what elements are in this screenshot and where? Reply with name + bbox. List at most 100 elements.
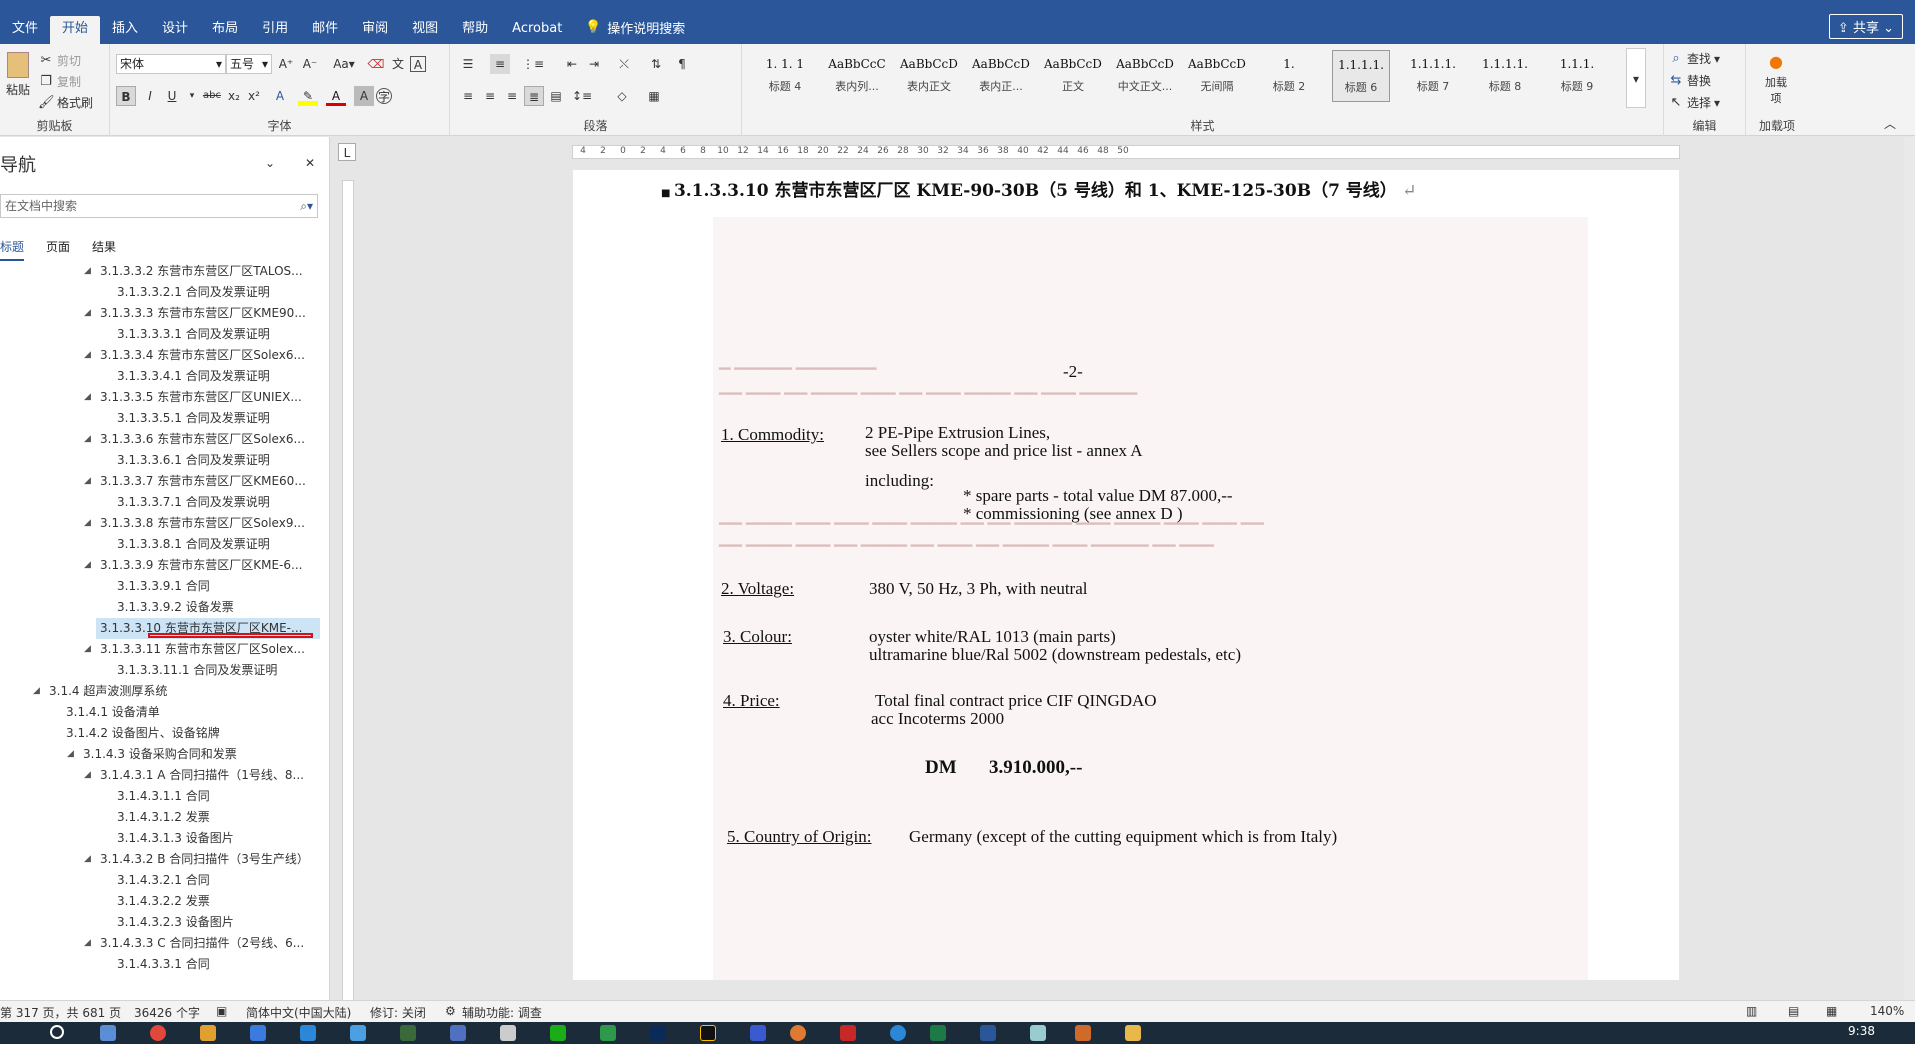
nav-tree-item[interactable]: ◢ 3.1.4 超声波测厚系统 — [0, 681, 320, 702]
addins-button[interactable]: ● 加载项 — [1756, 52, 1796, 106]
search-icon[interactable] — [50, 1025, 64, 1039]
sort-icon[interactable]: ⇅ — [646, 54, 666, 74]
distribute-icon[interactable]: ▤ — [546, 86, 566, 106]
nav-tree-item[interactable]: 3.1.3.3.5.1 合同及发票证明 — [0, 408, 320, 429]
align-right-icon[interactable]: ≡ — [502, 86, 522, 106]
chevron-down-icon[interactable]: ▾ — [182, 86, 202, 106]
app-icon[interactable] — [400, 1025, 416, 1041]
nav-search-input[interactable]: 在文档中搜索 ⌕▾ — [0, 194, 318, 218]
nav-tree-item[interactable]: ◢ 3.1.3.3.7 东营市东营区厂区KME60... — [0, 471, 320, 492]
nav-tree-item[interactable]: 3.1.4.3.1.1 合同 — [0, 786, 320, 807]
calculator-icon[interactable] — [100, 1025, 116, 1041]
subscript-button[interactable]: x₂ — [224, 86, 244, 106]
expand-triangle-icon[interactable]: ◢ — [84, 303, 91, 324]
app-icon[interactable] — [1030, 1025, 1046, 1041]
nav-tree-item[interactable]: ◢ 3.1.4.3.3 C 合同扫描件（2号线、6... — [0, 933, 320, 954]
shading-icon[interactable]: ◇ — [612, 86, 632, 106]
expand-triangle-icon[interactable]: ◢ — [84, 471, 91, 492]
expand-triangle-icon[interactable]: ◢ — [84, 345, 91, 366]
style-item[interactable]: 1. 1. 1 标题 4 — [756, 50, 814, 102]
decrease-indent-icon[interactable]: ⇤ — [562, 54, 582, 74]
photoshop-icon[interactable] — [650, 1025, 666, 1041]
nav-tree-item[interactable]: ◢ 3.1.4.3.1 A 合同扫描件（1号线、8... — [0, 765, 320, 786]
expand-triangle-icon[interactable]: ◢ — [84, 555, 91, 576]
page-count[interactable]: 第 317 页，共 681 页 — [0, 1004, 121, 1021]
read-mode-icon[interactable]: ▥ — [1746, 1004, 1757, 1018]
select-button[interactable]: ↖ 选择 ▾ — [1668, 94, 1721, 111]
highlight-icon[interactable]: ✎ — [298, 86, 318, 106]
wechat-icon[interactable] — [550, 1025, 566, 1041]
font-color-icon[interactable]: A — [326, 86, 346, 106]
nav-tree-item[interactable]: 3.1.4.3.1.3 设备图片 — [0, 828, 320, 849]
app-icon[interactable] — [750, 1025, 766, 1041]
nav-tree-item[interactable]: 3.1.4.3.2.3 设备图片 — [0, 912, 320, 933]
app-icon[interactable] — [790, 1025, 806, 1041]
align-center-icon[interactable]: ≡ — [480, 86, 500, 106]
chrome-icon[interactable] — [150, 1025, 166, 1041]
bold-button[interactable]: B — [116, 86, 136, 106]
word-count[interactable]: 36426 个字 — [134, 1004, 200, 1021]
app-icon[interactable] — [250, 1025, 266, 1041]
track-changes-status[interactable]: 修订: 关闭 — [370, 1004, 426, 1021]
ribbon-tab[interactable]: 审阅 — [350, 16, 400, 44]
nav-tree-item[interactable]: 3.1.4.2 设备图片、设备铭牌 — [0, 723, 320, 744]
style-item[interactable]: AaBbCcDdI 无间隔 — [1188, 50, 1246, 102]
excel-icon[interactable] — [930, 1025, 946, 1041]
app-icon[interactable] — [890, 1025, 906, 1041]
numbering-icon[interactable]: ≡ — [490, 54, 510, 74]
nav-tree-item[interactable]: ◢ 3.1.3.3.9 东营市东营区厂区KME-6... — [0, 555, 320, 576]
word-icon[interactable] — [980, 1025, 996, 1041]
nav-tree-item[interactable]: 3.1.3.3.6.1 合同及发票证明 — [0, 450, 320, 471]
nav-tree-item[interactable]: ◢ 3.1.3.3.5 东营市东营区厂区UNIEX... — [0, 387, 320, 408]
acrobat-icon[interactable] — [840, 1025, 856, 1041]
nav-tab[interactable]: 标题 — [0, 238, 25, 261]
app-icon[interactable] — [450, 1025, 466, 1041]
expand-triangle-icon[interactable]: ◢ — [84, 933, 91, 954]
expand-triangle-icon[interactable]: ◢ — [33, 681, 40, 702]
accessibility-status[interactable]: 辅助功能: 调查 — [462, 1004, 542, 1021]
tell-me-search[interactable]: 💡 操作说明搜索 — [585, 18, 685, 37]
show-marks-icon[interactable]: ¶ — [672, 54, 692, 74]
nav-tree-item[interactable]: 3.1.4.3.2.1 合同 — [0, 870, 320, 891]
char-shading-icon[interactable]: A — [354, 86, 374, 106]
line-spacing-icon[interactable]: ↕≡ — [572, 86, 592, 106]
find-button[interactable]: ⌕ 查找 ▾ — [1668, 50, 1720, 67]
style-item[interactable]: 1.1.1.1. 标题 8 — [1476, 50, 1534, 102]
change-case-icon[interactable]: Aa▾ — [330, 54, 358, 74]
increase-indent-icon[interactable]: ⇥ — [584, 54, 604, 74]
ribbon-tab[interactable]: 邮件 — [300, 16, 350, 44]
ribbon-tab[interactable]: 布局 — [200, 16, 250, 44]
folder-icon[interactable] — [1125, 1025, 1141, 1041]
ribbon-tab[interactable]: 帮助 — [450, 16, 500, 44]
align-left-icon[interactable]: ≡ — [458, 86, 478, 106]
expand-triangle-icon[interactable]: ◢ — [84, 765, 91, 786]
qq-icon[interactable] — [700, 1025, 716, 1041]
nav-tree-item[interactable]: ◢ 3.1.3.3.3 东营市东营区厂区KME90... — [0, 303, 320, 324]
nav-tree-item[interactable]: 3.1.3.3.7.1 合同及发票说明 — [0, 492, 320, 513]
expand-triangle-icon[interactable]: ◢ — [84, 513, 91, 534]
phonetic-guide-icon[interactable]: 文 — [388, 54, 408, 74]
app-icon[interactable] — [200, 1025, 216, 1041]
nav-tree-item[interactable]: ◢ 3.1.3.3.2 东营市东营区厂区TALOS... — [0, 261, 320, 282]
nav-tree-item[interactable]: ◢ 3.1.3.3.11 东营市东营区厂区Solex... — [0, 639, 320, 660]
style-item[interactable]: AaBbCcC 表内列... — [828, 50, 886, 102]
language-status[interactable]: 简体中文(中国大陆) — [246, 1004, 351, 1021]
app-icon[interactable] — [600, 1025, 616, 1041]
expand-triangle-icon[interactable]: ◢ — [84, 261, 91, 282]
ribbon-tab[interactable]: 引用 — [250, 16, 300, 44]
char-border-icon[interactable]: A — [410, 56, 426, 72]
style-item[interactable]: 1. 标题 2 — [1260, 50, 1318, 102]
italic-button[interactable]: I — [140, 86, 160, 106]
app-icon[interactable] — [1075, 1025, 1091, 1041]
app-icon[interactable] — [350, 1025, 366, 1041]
search-icon[interactable]: ⌕▾ — [300, 195, 313, 217]
chinese-layout-icon[interactable]: ⤬ — [614, 54, 634, 74]
proofing-icon[interactable]: ▣ — [216, 1004, 227, 1018]
copy-button[interactable]: ❐ 复制 — [38, 73, 81, 90]
replace-button[interactable]: ⇆ 替换 — [1668, 72, 1711, 89]
style-item[interactable]: 1.1.1.1. 标题 6 — [1332, 50, 1390, 102]
ribbon-tab[interactable]: 设计 — [150, 16, 200, 44]
nav-tree-item[interactable]: 3.1.4.3.2.2 发票 — [0, 891, 320, 912]
nav-tab[interactable]: 页面 — [46, 238, 70, 261]
paste-button[interactable]: 粘贴 — [4, 52, 32, 98]
